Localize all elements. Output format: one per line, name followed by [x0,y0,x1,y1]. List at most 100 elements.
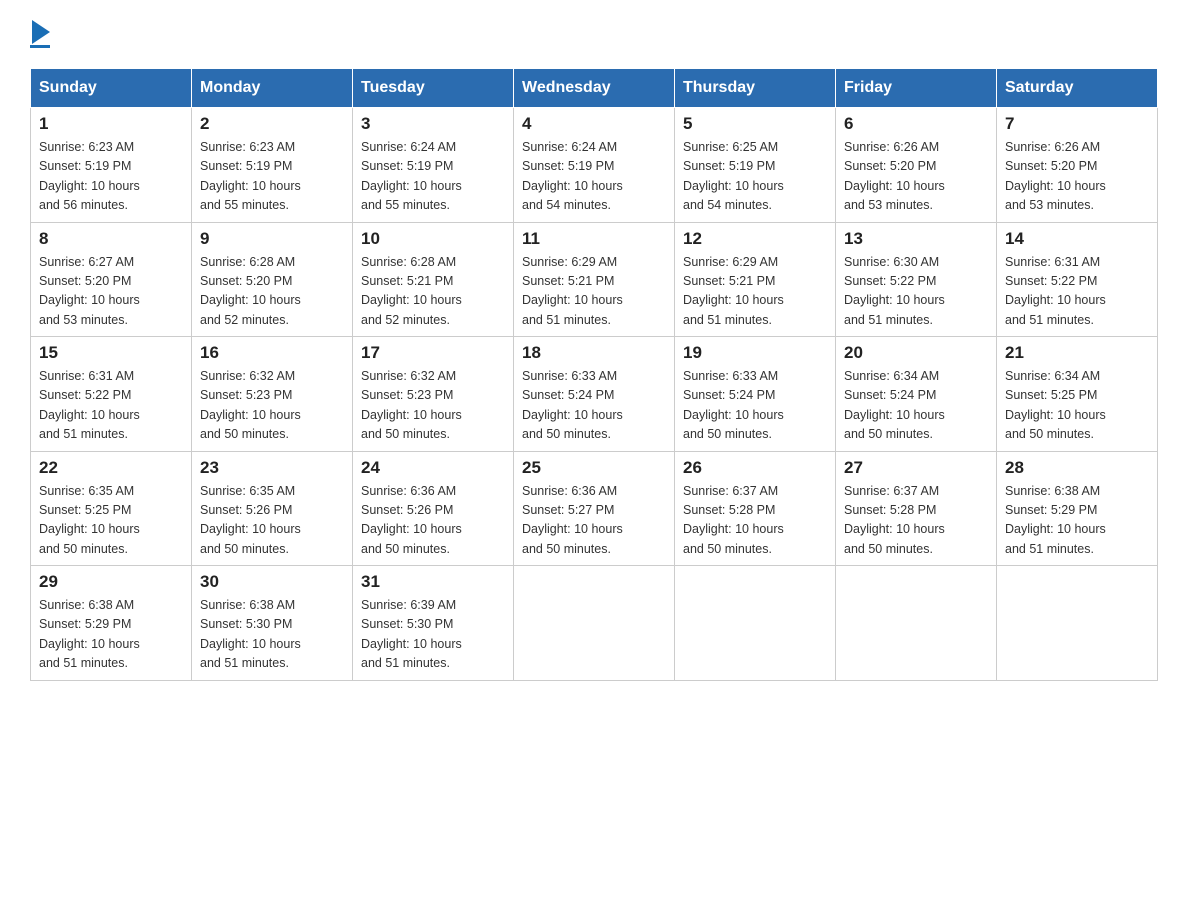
day-header-thursday: Thursday [675,69,836,108]
day-number: 5 [683,114,827,134]
calendar-cell: 28 Sunrise: 6:38 AMSunset: 5:29 PMDayligh… [997,451,1158,566]
day-info: Sunrise: 6:25 AMSunset: 5:19 PMDaylight:… [683,138,827,216]
calendar-cell: 6 Sunrise: 6:26 AMSunset: 5:20 PMDaylight… [836,108,997,223]
day-info: Sunrise: 6:37 AMSunset: 5:28 PMDaylight:… [844,482,988,560]
calendar-cell [675,566,836,681]
day-info: Sunrise: 6:37 AMSunset: 5:28 PMDaylight:… [683,482,827,560]
week-row-5: 29 Sunrise: 6:38 AMSunset: 5:29 PMDayligh… [31,566,1158,681]
calendar-cell: 25 Sunrise: 6:36 AMSunset: 5:27 PMDayligh… [514,451,675,566]
day-info: Sunrise: 6:36 AMSunset: 5:27 PMDaylight:… [522,482,666,560]
calendar-cell: 1 Sunrise: 6:23 AMSunset: 5:19 PMDaylight… [31,108,192,223]
day-number: 14 [1005,229,1149,249]
day-number: 21 [1005,343,1149,363]
calendar-cell: 14Sunrise: 6:31 AMSunset: 5:22 PMDayligh… [997,222,1158,337]
day-number: 6 [844,114,988,134]
day-number: 24 [361,458,505,478]
day-info: Sunrise: 6:38 AMSunset: 5:29 PMDaylight:… [39,596,183,674]
day-info: Sunrise: 6:36 AMSunset: 5:26 PMDaylight:… [361,482,505,560]
day-info: Sunrise: 6:33 AMSunset: 5:24 PMDaylight:… [522,367,666,445]
calendar-cell: 7 Sunrise: 6:26 AMSunset: 5:20 PMDaylight… [997,108,1158,223]
day-info: Sunrise: 6:23 AMSunset: 5:19 PMDaylight:… [200,138,344,216]
calendar-cell: 30 Sunrise: 6:38 AMSunset: 5:30 PMDayligh… [192,566,353,681]
calendar-cell: 19Sunrise: 6:33 AMSunset: 5:24 PMDayligh… [675,337,836,452]
day-headers-row: SundayMondayTuesdayWednesdayThursdayFrid… [31,69,1158,108]
day-info: Sunrise: 6:35 AMSunset: 5:26 PMDaylight:… [200,482,344,560]
day-number: 22 [39,458,183,478]
day-number: 8 [39,229,183,249]
day-number: 18 [522,343,666,363]
day-number: 1 [39,114,183,134]
day-number: 23 [200,458,344,478]
day-number: 29 [39,572,183,592]
calendar-cell: 29 Sunrise: 6:38 AMSunset: 5:29 PMDayligh… [31,566,192,681]
day-info: Sunrise: 6:29 AMSunset: 5:21 PMDaylight:… [522,253,666,331]
day-header-tuesday: Tuesday [353,69,514,108]
calendar-cell: 9 Sunrise: 6:28 AMSunset: 5:20 PMDaylight… [192,222,353,337]
calendar-cell: 21Sunrise: 6:34 AMSunset: 5:25 PMDayligh… [997,337,1158,452]
day-info: Sunrise: 6:34 AMSunset: 5:24 PMDaylight:… [844,367,988,445]
day-info: Sunrise: 6:39 AMSunset: 5:30 PMDaylight:… [361,596,505,674]
day-number: 3 [361,114,505,134]
day-number: 31 [361,572,505,592]
day-info: Sunrise: 6:26 AMSunset: 5:20 PMDaylight:… [1005,138,1149,216]
day-info: Sunrise: 6:24 AMSunset: 5:19 PMDaylight:… [522,138,666,216]
day-number: 20 [844,343,988,363]
day-info: Sunrise: 6:26 AMSunset: 5:20 PMDaylight:… [844,138,988,216]
calendar-cell: 5 Sunrise: 6:25 AMSunset: 5:19 PMDaylight… [675,108,836,223]
day-info: Sunrise: 6:38 AMSunset: 5:29 PMDaylight:… [1005,482,1149,560]
day-number: 4 [522,114,666,134]
calendar-cell: 31 Sunrise: 6:39 AMSunset: 5:30 PMDayligh… [353,566,514,681]
day-number: 26 [683,458,827,478]
calendar-cell: 10 Sunrise: 6:28 AMSunset: 5:21 PMDayligh… [353,222,514,337]
calendar-cell [836,566,997,681]
calendar-cell: 2 Sunrise: 6:23 AMSunset: 5:19 PMDaylight… [192,108,353,223]
day-header-saturday: Saturday [997,69,1158,108]
day-number: 28 [1005,458,1149,478]
calendar-cell [514,566,675,681]
calendar-cell: 27 Sunrise: 6:37 AMSunset: 5:28 PMDayligh… [836,451,997,566]
day-info: Sunrise: 6:28 AMSunset: 5:20 PMDaylight:… [200,253,344,331]
week-row-1: 1 Sunrise: 6:23 AMSunset: 5:19 PMDaylight… [31,108,1158,223]
day-info: Sunrise: 6:32 AMSunset: 5:23 PMDaylight:… [361,367,505,445]
day-info: Sunrise: 6:27 AMSunset: 5:20 PMDaylight:… [39,253,183,331]
day-number: 30 [200,572,344,592]
day-info: Sunrise: 6:28 AMSunset: 5:21 PMDaylight:… [361,253,505,331]
day-number: 9 [200,229,344,249]
day-info: Sunrise: 6:23 AMSunset: 5:19 PMDaylight:… [39,138,183,216]
day-number: 27 [844,458,988,478]
calendar-cell: 24 Sunrise: 6:36 AMSunset: 5:26 PMDayligh… [353,451,514,566]
day-info: Sunrise: 6:35 AMSunset: 5:25 PMDaylight:… [39,482,183,560]
calendar-cell: 26 Sunrise: 6:37 AMSunset: 5:28 PMDayligh… [675,451,836,566]
day-info: Sunrise: 6:33 AMSunset: 5:24 PMDaylight:… [683,367,827,445]
day-number: 2 [200,114,344,134]
calendar-cell: 17Sunrise: 6:32 AMSunset: 5:23 PMDayligh… [353,337,514,452]
day-info: Sunrise: 6:29 AMSunset: 5:21 PMDaylight:… [683,253,827,331]
day-number: 15 [39,343,183,363]
page-header [30,20,1158,48]
calendar-cell: 22 Sunrise: 6:35 AMSunset: 5:25 PMDayligh… [31,451,192,566]
day-info: Sunrise: 6:30 AMSunset: 5:22 PMDaylight:… [844,253,988,331]
calendar-cell: 12Sunrise: 6:29 AMSunset: 5:21 PMDayligh… [675,222,836,337]
calendar-cell: 4 Sunrise: 6:24 AMSunset: 5:19 PMDaylight… [514,108,675,223]
day-number: 11 [522,229,666,249]
day-header-monday: Monday [192,69,353,108]
week-row-2: 8 Sunrise: 6:27 AMSunset: 5:20 PMDaylight… [31,222,1158,337]
day-header-sunday: Sunday [31,69,192,108]
day-info: Sunrise: 6:32 AMSunset: 5:23 PMDaylight:… [200,367,344,445]
day-header-friday: Friday [836,69,997,108]
calendar-cell: 11 Sunrise: 6:29 AMSunset: 5:21 PMDayligh… [514,222,675,337]
day-info: Sunrise: 6:38 AMSunset: 5:30 PMDaylight:… [200,596,344,674]
day-number: 16 [200,343,344,363]
calendar-cell: 16 Sunrise: 6:32 AMSunset: 5:23 PMDayligh… [192,337,353,452]
calendar-cell: 13 Sunrise: 6:30 AMSunset: 5:22 PMDayligh… [836,222,997,337]
day-number: 25 [522,458,666,478]
day-header-wednesday: Wednesday [514,69,675,108]
week-row-3: 15Sunrise: 6:31 AMSunset: 5:22 PMDayligh… [31,337,1158,452]
calendar-cell: 18 Sunrise: 6:33 AMSunset: 5:24 PMDayligh… [514,337,675,452]
logo-arrow-icon [32,20,50,44]
day-number: 10 [361,229,505,249]
week-row-4: 22 Sunrise: 6:35 AMSunset: 5:25 PMDayligh… [31,451,1158,566]
day-number: 13 [844,229,988,249]
calendar-cell: 3Sunrise: 6:24 AMSunset: 5:19 PMDaylight… [353,108,514,223]
day-number: 7 [1005,114,1149,134]
